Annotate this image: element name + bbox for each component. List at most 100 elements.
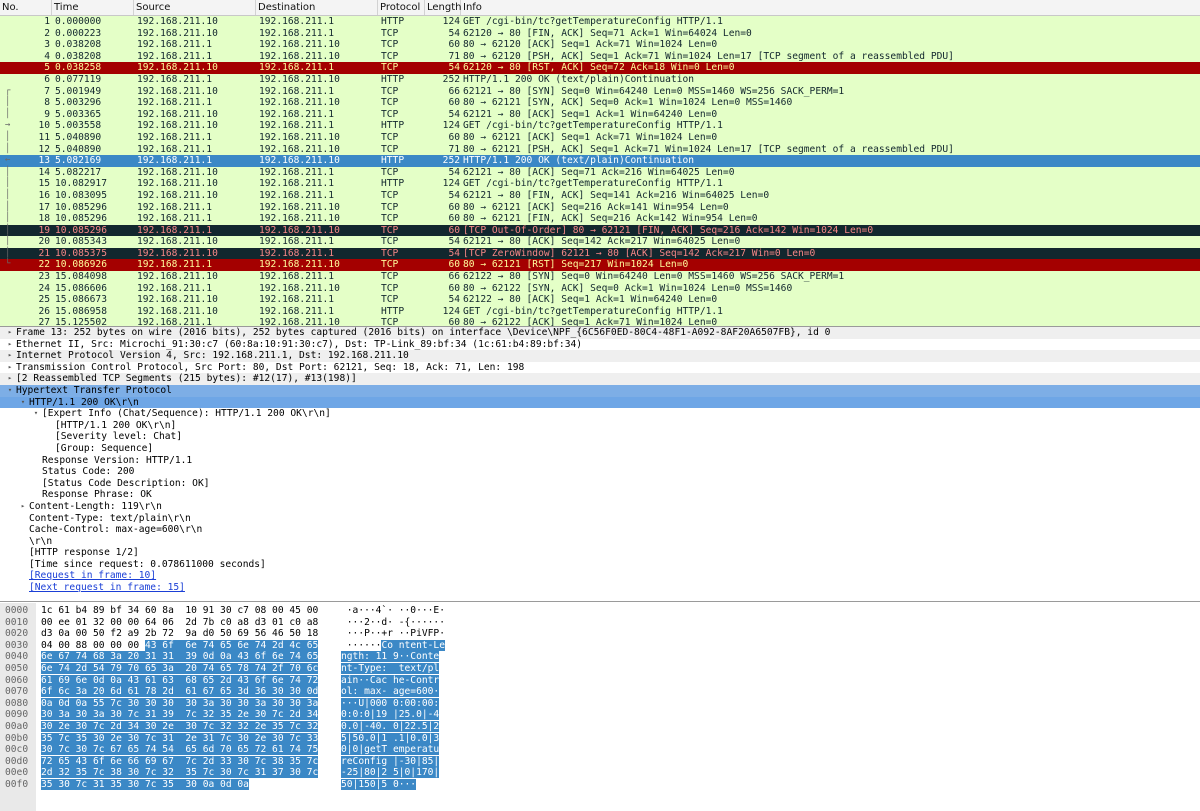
detail-tree-item[interactable]: ▸ Transmission Control Protocol, Src Port… [0,362,1200,374]
ascii-bytes[interactable]: -25|80|2 5|0|170| [341,767,441,779]
packet-row[interactable]: │ 17 10.085296 192.168.211.1 192.168.211.10 T… [0,201,1200,214]
hex-bytes[interactable]: d3 0a 00 50 f2 a9 2b 72 9a d0 50 69 56 4… [41,628,326,640]
expand-arrow-icon[interactable]: ▾ [5,385,15,397]
ascii-bytes[interactable]: 0.0|-40. 0|22.5|2 [341,720,441,733]
packet-row[interactable]: 2 0.000223 192.168.211.10 192.168.211.1 TCP 5… [0,27,1200,40]
hex-bytes[interactable]: 2d 32 35 7c 38 30 7c 32 35 7c 30 7c 31 3… [41,767,326,779]
hex-bytes[interactable]: 1c 61 b4 89 bf 34 60 8a 10 91 30 c7 08 0… [41,605,326,617]
ascii-bytes[interactable]: ···2··d· -{······ [341,617,445,629]
ascii-bytes[interactable]: ngth: 11 9··Conte [341,651,441,663]
detail-tree-item[interactable]: [Time since request: 0.078611000 seconds… [0,559,1200,571]
hex-bytes[interactable]: 04 00 88 00 00 00 43 6f 6e 74 65 6e 74 2… [41,639,326,652]
packet-row[interactable]: ← 13 5.082169 192.168.211.1 192.168.211.10 HT… [0,155,1200,167]
collapse-arrow-icon[interactable]: ▸ [18,501,28,513]
packet-row[interactable]: 3 0.038208 192.168.211.1 192.168.211.10 TCP 6… [0,39,1200,51]
collapse-arrow-icon[interactable]: ▸ [5,362,15,374]
detail-tree-item[interactable]: Status Code: 200 [0,466,1200,478]
detail-tree-item[interactable]: ▸ [2 Reassembled TCP Segments (215 bytes)… [0,373,1200,385]
packet-row[interactable]: 25 15.086673 192.168.211.10 192.168.211.1 TC… [0,294,1200,306]
column-header-destination[interactable]: Destination [256,0,378,15]
ascii-bytes[interactable]: ······Co ntent-Le [341,639,445,652]
detail-tree-item[interactable]: [Request in frame: 10] [0,570,1200,582]
column-header-info[interactable]: Info [461,0,1200,15]
detail-tree-item[interactable]: [Next request in frame: 15] [0,582,1200,594]
column-header-length[interactable]: Length [425,0,462,15]
hex-bytes[interactable]: 6f 6c 3a 20 6d 61 78 2d 61 67 65 3d 36 3… [41,686,326,698]
collapse-arrow-icon[interactable]: ▸ [5,373,15,385]
ascii-bytes[interactable]: ·a···4`· ··0···E· [341,605,445,617]
packet-row[interactable]: 23 15.084098 192.168.211.10 192.168.211.1 TC… [0,271,1200,283]
frame-link[interactable]: [Next request in frame: 15] [29,582,185,594]
column-header-time[interactable]: Time [52,0,134,15]
detail-tree-item[interactable]: \r\n [0,536,1200,548]
detail-tree-item[interactable]: Response Phrase: OK [0,489,1200,501]
detail-tree-item[interactable]: ▸ Internet Protocol Version 4, Src: 192.1… [0,350,1200,362]
packet-row[interactable]: 6 0.077119 192.168.211.1 192.168.211.10 HTTP… [0,73,1200,86]
packet-row[interactable]: │ 8 5.003296 192.168.211.1 192.168.211.10 TCP… [0,97,1200,109]
hex-bytes[interactable]: 35 30 7c 31 35 30 7c 35 30 0a 0d 0a [41,778,326,791]
packet-row[interactable]: 27 15.125502 192.168.211.1 192.168.211.10 TC… [0,317,1200,326]
frame-link[interactable]: [Request in frame: 10] [29,570,156,582]
hex-bytes[interactable]: 72 65 43 6f 6e 66 69 67 7c 2d 33 30 7c 3… [41,755,326,768]
packet-details-pane[interactable]: ▸ Frame 13: 252 bytes on wire (2016 bits)… [0,327,1200,602]
packet-row[interactable]: 24 15.086606 192.168.211.1 192.168.211.10 TC… [0,282,1200,295]
detail-tree-item[interactable]: [Status Code Description: OK] [0,478,1200,490]
packet-row[interactable]: │ 9 5.003365 192.168.211.10 192.168.211.1 TCP… [0,108,1200,121]
detail-tree-item[interactable]: [HTTP/1.1 200 OK\r\n] [0,420,1200,432]
hex-bytes[interactable]: 00 ee 01 32 00 00 64 06 2d 7b c0 a8 d3 0… [41,617,326,629]
detail-tree-item[interactable]: [HTTP response 1/2] [0,547,1200,559]
detail-tree-item[interactable]: ▾ [Expert Info (Chat/Sequence): HTTP/1.1 … [0,408,1200,420]
ascii-bytes[interactable]: 5|50.0|1 .1|0.0|3 [341,732,441,745]
packet-row[interactable]: │ 15 10.082917 192.168.211.10 192.168.211.1 H… [0,178,1200,190]
packet-row[interactable]: 4 0.038208 192.168.211.1 192.168.211.10 TCP 7… [0,50,1200,63]
column-header-no[interactable]: No. [0,0,52,15]
packet-row[interactable]: ┌ 7 5.001949 192.168.211.10 192.168.211.1 TCP… [0,85,1200,98]
packet-row[interactable]: │ 21 10.085375 192.168.211.10 192.168.211.1 T… [0,247,1200,260]
collapse-arrow-icon[interactable]: ▸ [5,350,15,362]
hex-bytes[interactable]: 35 7c 35 30 2e 30 7c 31 2e 31 7c 30 2e 3… [41,732,326,745]
packet-row[interactable]: │ 18 10.085296 192.168.211.1 192.168.211.10 T… [0,213,1200,225]
packet-row[interactable]: │ 14 5.082217 192.168.211.10 192.168.211.1 TC… [0,166,1200,179]
packet-row[interactable]: │ 12 5.040890 192.168.211.1 192.168.211.10 TC… [0,143,1200,156]
hex-bytes[interactable]: 0a 0d 0a 55 7c 30 30 30 30 3a 30 30 3a 3… [41,697,326,710]
ascii-bytes[interactable]: reConfig |-30|85| [341,755,441,768]
detail-tree-item[interactable]: ▾ Hypertext Transfer Protocol [0,384,1200,397]
hex-bytes[interactable]: 6e 74 2d 54 79 70 65 3a 20 74 65 78 74 2… [41,662,326,675]
expand-arrow-icon[interactable]: ▾ [31,408,41,420]
detail-tree-item[interactable]: Cache-Control: max-age=600\r\n [0,524,1200,536]
column-header-protocol[interactable]: Protocol [378,0,425,15]
ascii-bytes[interactable]: 50|150|5 0··· [341,778,441,791]
ascii-bytes[interactable]: ···U|000 0:00:00: [341,697,441,710]
packet-row[interactable]: 1 0.000000 192.168.211.10 192.168.211.1 HTTP… [0,16,1200,28]
hex-bytes[interactable]: 30 7c 30 7c 67 65 74 54 65 6d 70 65 72 6… [41,744,326,756]
collapse-arrow-icon[interactable]: ▸ [5,327,15,339]
packet-row[interactable]: │ 16 10.083095 192.168.211.10 192.168.211.1 T… [0,189,1200,202]
packet-row[interactable]: │ 20 10.085343 192.168.211.10 192.168.211.1 T… [0,236,1200,248]
detail-tree-item[interactable]: ▾ HTTP/1.1 200 OK\r\n [0,396,1200,409]
detail-tree-item[interactable]: [Group: Sequence] [0,443,1200,455]
packet-bytes-pane[interactable]: 0000 1c 61 b4 89 bf 34 60 8a 10 91 30 c7 … [0,603,1200,811]
packet-row[interactable]: │ 11 5.040890 192.168.211.1 192.168.211.10 TC… [0,131,1200,144]
packet-row[interactable]: 5 0.038258 192.168.211.10 192.168.211.1 TCP 5… [0,62,1200,74]
ascii-bytes[interactable]: ···P··+r ··PiVFP· [341,628,445,640]
ascii-bytes[interactable]: ain··Cac he-Contr [341,674,441,687]
packet-row[interactable]: → 10 5.003558 192.168.211.10 192.168.211.1 HT… [0,120,1200,132]
ascii-bytes[interactable]: nt-Type: text/pl [341,662,441,675]
hex-bytes[interactable]: 61 69 6e 0d 0a 43 61 63 68 65 2d 43 6f 6… [41,674,326,687]
expand-arrow-icon[interactable]: ▾ [18,397,28,409]
detail-tree-item[interactable]: Content-Type: text/plain\r\n [0,513,1200,525]
ascii-bytes[interactable]: 0|0|getT emperatu [341,744,441,756]
detail-tree-item[interactable]: [Severity level: Chat] [0,431,1200,443]
hex-bytes[interactable]: 6e 67 74 68 3a 20 31 31 39 0d 0a 43 6f 6… [41,651,326,663]
collapse-arrow-icon[interactable]: ▸ [5,339,15,351]
detail-tree-item[interactable]: Response Version: HTTP/1.1 [0,455,1200,467]
detail-tree-item[interactable]: ▸ Content-Length: 119\r\n [0,501,1200,513]
detail-tree-item[interactable]: ▸ Ethernet II, Src: Microchi_91:30:c7 (60… [0,339,1200,351]
ascii-bytes[interactable]: ol: max- age=600· [341,686,441,698]
packet-row[interactable]: └ 22 10.086926 192.168.211.1 192.168.211.10 T… [0,259,1200,272]
packet-row[interactable]: 26 15.086958 192.168.211.10 192.168.211.1 HT… [0,305,1200,318]
ascii-bytes[interactable]: 0:0:0|19 |25.0|-4 [341,709,441,721]
packet-row[interactable]: │ 19 10.085296 192.168.211.1 192.168.211.10 T… [0,224,1200,237]
hex-bytes[interactable]: 30 3a 30 3a 30 7c 31 39 7c 32 35 2e 30 7… [41,709,326,721]
packet-list-pane[interactable]: No. Time Source Destination Protocol Len… [0,0,1200,327]
